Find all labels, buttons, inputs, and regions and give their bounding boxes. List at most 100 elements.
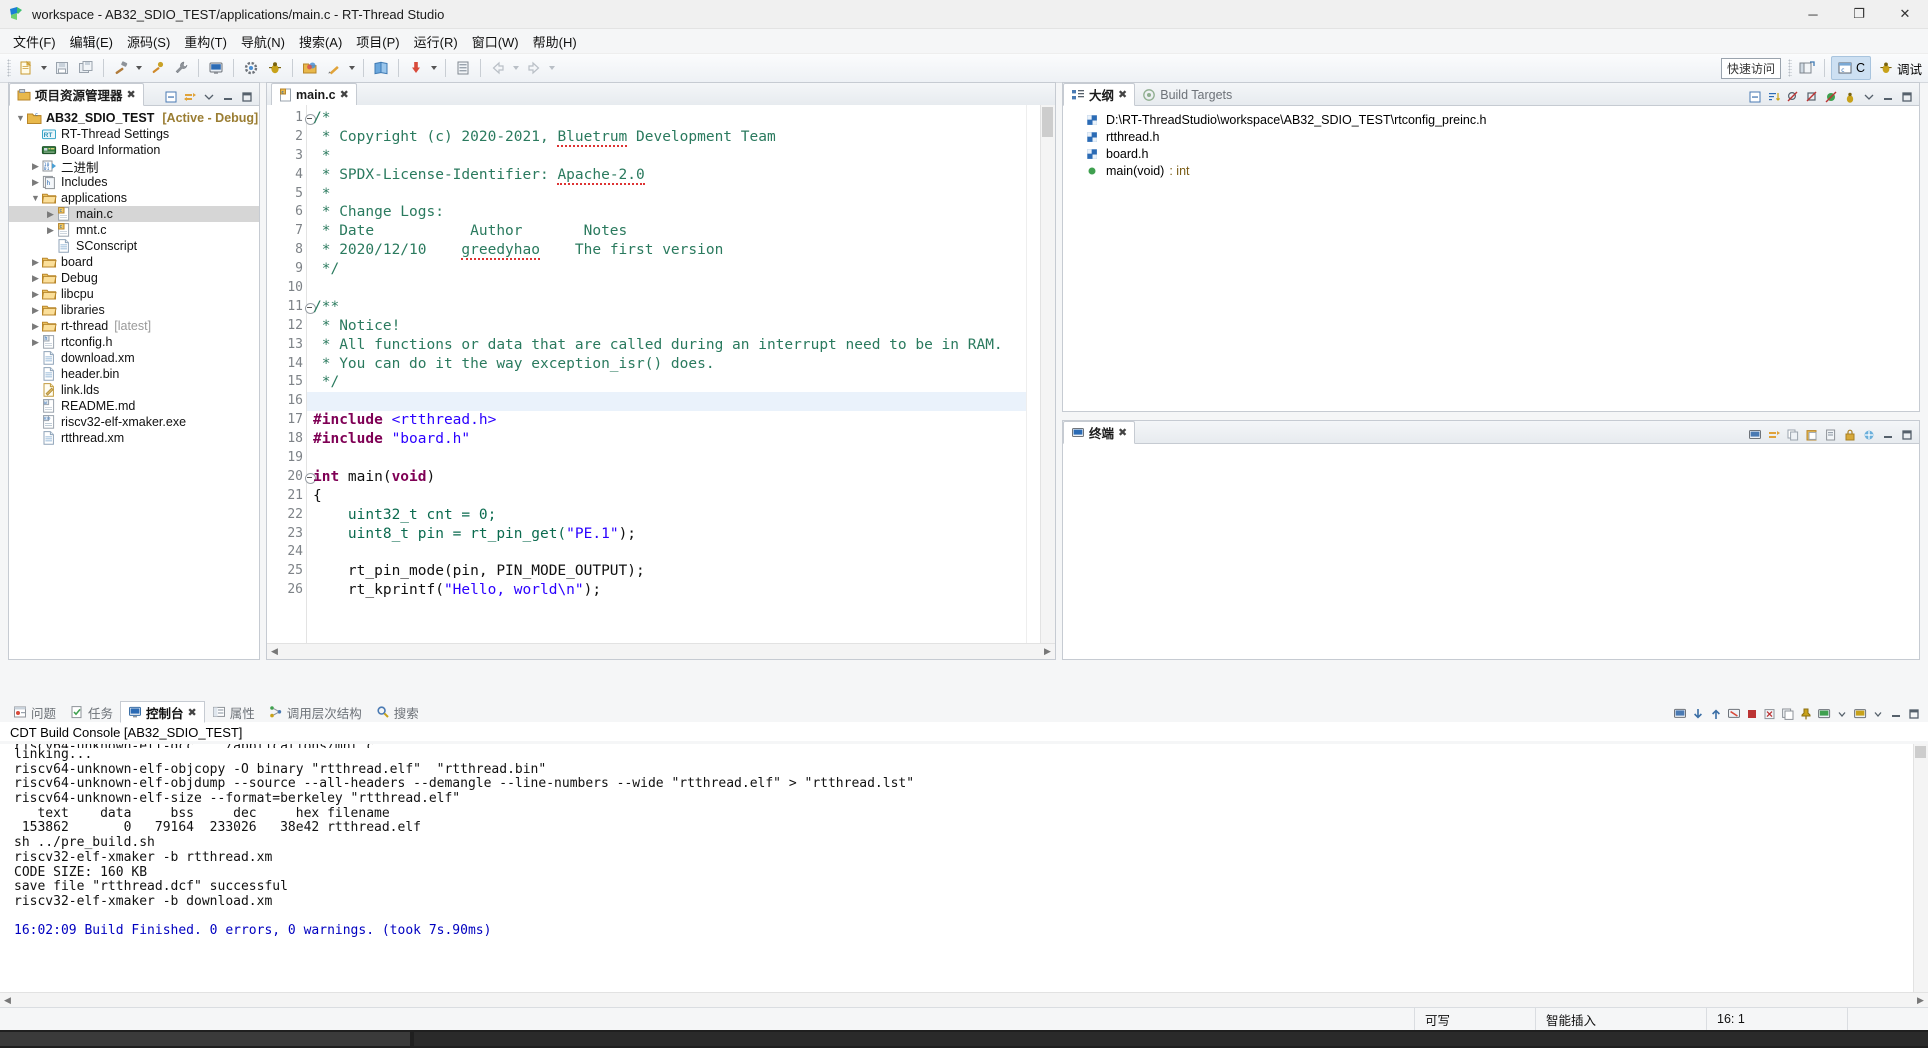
outline-maximize-icon[interactable] <box>1899 89 1915 105</box>
menu-edit[interactable]: 编辑(E) <box>63 30 120 53</box>
code-line[interactable] <box>307 543 1055 562</box>
tab-search[interactable]: 搜索 <box>369 702 426 722</box>
terminal-minimize-icon[interactable] <box>1880 427 1896 443</box>
view-menu-chevron-down-icon[interactable] <box>201 89 217 105</box>
chevron-right-icon[interactable]: ▶ <box>30 174 41 190</box>
outline-sort-icon[interactable] <box>1766 89 1782 105</box>
terminal-connect-icon[interactable] <box>1861 427 1877 443</box>
save-icon[interactable] <box>51 57 73 79</box>
console-hscroll-left-arrow-icon[interactable]: ◀ <box>0 993 15 1008</box>
download-icon[interactable] <box>405 57 427 79</box>
menu-project[interactable]: 项目(P) <box>349 30 406 53</box>
tree-item-mnt-c[interactable]: ▶ c mnt.c <box>9 222 259 238</box>
tab-main-c[interactable]: c main.c ✖ <box>271 83 357 106</box>
code-line[interactable]: /* <box>307 109 1055 128</box>
tree-item-rt-thread[interactable]: ▶ rt-thread [latest] <box>9 318 259 334</box>
menu-file[interactable]: 文件(F) <box>6 30 63 53</box>
save-all-icon[interactable] <box>75 57 97 79</box>
tree-item-debug[interactable]: ▶ Debug <box>9 270 259 286</box>
memory-view-icon[interactable] <box>452 57 474 79</box>
code-line[interactable]: uint8_t pin = rt_pin_get("PE.1"); <box>307 525 1055 544</box>
remove-console-icon[interactable] <box>1762 706 1778 722</box>
outline-item[interactable]: main(void): int <box>1085 162 1919 179</box>
menu-run[interactable]: 运行(R) <box>407 30 465 53</box>
editor-hscroll-right-arrow-icon[interactable]: ▶ <box>1040 644 1055 659</box>
code-line[interactable]: * Date Author Notes <box>307 222 1055 241</box>
chevron-down-icon[interactable]: ▼ <box>30 190 41 206</box>
terminal-copy-icon[interactable] <box>1785 427 1801 443</box>
scroll-lock-icon[interactable] <box>1708 706 1724 722</box>
tab-terminal-close-icon[interactable]: ✖ <box>1118 426 1127 439</box>
build-hammer-icon[interactable] <box>110 57 132 79</box>
tree-item-rtthread-xm[interactable]: rtthread.xm <box>9 430 259 446</box>
code-area[interactable]: /* * Copyright (c) 2020-2021, Bluetrum D… <box>307 105 1055 659</box>
chevron-right-icon[interactable]: ▶ <box>45 222 56 238</box>
tree-item-board[interactable]: ▶ board <box>9 254 259 270</box>
console-horizontal-scrollbar[interactable]: ◀ ▶ <box>0 992 1928 1008</box>
terminal-clear-icon[interactable] <box>1823 427 1839 443</box>
taskbar-segment-1[interactable] <box>0 1032 410 1046</box>
console-vertical-scrollbar[interactable] <box>1913 744 1928 992</box>
perspective-debug[interactable]: 调试 <box>1873 57 1927 79</box>
perspective-c[interactable]: c C <box>1830 56 1871 80</box>
back-arrow-icon[interactable] <box>487 57 509 79</box>
code-line[interactable]: */ <box>307 373 1055 392</box>
explorer-minimize-icon[interactable] <box>220 89 236 105</box>
scroll-down-icon[interactable] <box>1690 706 1706 722</box>
display-console-icon[interactable] <box>1816 706 1832 722</box>
tab-project-explorer-close-icon[interactable]: ✖ <box>127 88 136 101</box>
hide-static-icon[interactable] <box>1804 89 1820 105</box>
pin-console-icon[interactable] <box>1798 706 1814 722</box>
collapse-all-icon[interactable] <box>163 89 179 105</box>
tree-item-ab32-sdio-test[interactable]: ▼ c AB32_SDIO_TEST [Active - Debug] <box>9 110 259 126</box>
open-console-dropdown-icon[interactable] <box>1870 706 1886 722</box>
code-line[interactable]: */ <box>307 260 1055 279</box>
link-outline-icon[interactable] <box>1842 89 1858 105</box>
code-line[interactable]: #include <rtthread.h> <box>307 411 1055 430</box>
pencil-dropdown-icon[interactable] <box>349 66 355 70</box>
new-terminal-icon[interactable] <box>1747 427 1763 443</box>
tab-properties[interactable]: 属性 <box>205 702 262 722</box>
tree-item-[interactable]: ▶ 10 01 二进制 <box>9 158 259 175</box>
tree-item-header-bin[interactable]: header.bin <box>9 366 259 382</box>
clean-icon[interactable] <box>146 57 168 79</box>
outline-item[interactable]: rtthread.h <box>1085 128 1919 145</box>
display-console-dropdown-icon[interactable] <box>1834 706 1850 722</box>
console-vscroll-up-thumb[interactable] <box>1915 746 1926 758</box>
code-line[interactable]: * Notice! <box>307 317 1055 336</box>
outline-list[interactable]: D:\RT-ThreadStudio\workspace\AB32_SDIO_T… <box>1063 106 1919 179</box>
console-maximize-icon[interactable] <box>1906 706 1922 722</box>
outline-collapse-all-icon[interactable] <box>1747 89 1763 105</box>
tab-console-close-icon[interactable]: ✖ <box>188 706 197 719</box>
tree-item-includes[interactable]: ▶ h Includes <box>9 174 259 190</box>
editor-vertical-scrollbar[interactable] <box>1040 105 1055 643</box>
tab-console[interactable]: 控制台 ✖ <box>120 701 205 723</box>
clear-console-icon[interactable] <box>1726 706 1742 722</box>
taskbar-segment-2[interactable] <box>414 1032 1928 1046</box>
chevron-right-icon[interactable]: ▶ <box>30 254 41 270</box>
tab-terminal[interactable]: 终端 ✖ <box>1063 421 1136 444</box>
tab-project-explorer[interactable]: 项目资源管理器 ✖ <box>9 83 144 106</box>
close-button[interactable]: ✕ <box>1882 0 1928 28</box>
settings-wrench-icon[interactable] <box>170 57 192 79</box>
code-line[interactable]: rt_pin_mode(pin, PIN_MODE_OUTPUT); <box>307 562 1055 581</box>
tree-item-applications[interactable]: ▼ applications <box>9 190 259 206</box>
forward-dropdown-icon[interactable] <box>549 66 555 70</box>
tree-item-libraries[interactable]: ▶ libraries <box>9 302 259 318</box>
tab-outline[interactable]: 大纲 ✖ <box>1063 83 1136 106</box>
code-line[interactable] <box>307 449 1055 468</box>
menu-navigate[interactable]: 导航(N) <box>234 30 292 53</box>
chevron-right-icon[interactable]: ▶ <box>45 206 56 222</box>
code-line[interactable]: * SPDX-License-Identifier: Apache-2.0 <box>307 166 1055 185</box>
hide-fields-icon[interactable] <box>1785 89 1801 105</box>
outline-menu-chevron-down-icon[interactable] <box>1861 89 1877 105</box>
outline-minimize-icon[interactable] <box>1880 89 1896 105</box>
tree-item-libcpu[interactable]: ▶ libcpu <box>9 286 259 302</box>
code-line[interactable]: * You can do it the way exception_isr() … <box>307 355 1055 374</box>
tab-build-targets[interactable]: Build Targets <box>1135 84 1239 105</box>
tree-item-download-xm[interactable]: download.xm <box>9 350 259 366</box>
tree-item-sconscript[interactable]: SConscript <box>9 238 259 254</box>
build-dropdown-icon[interactable] <box>136 66 142 70</box>
code-line[interactable] <box>307 279 1055 298</box>
quick-access-input[interactable]: 快速访问 <box>1720 57 1781 79</box>
